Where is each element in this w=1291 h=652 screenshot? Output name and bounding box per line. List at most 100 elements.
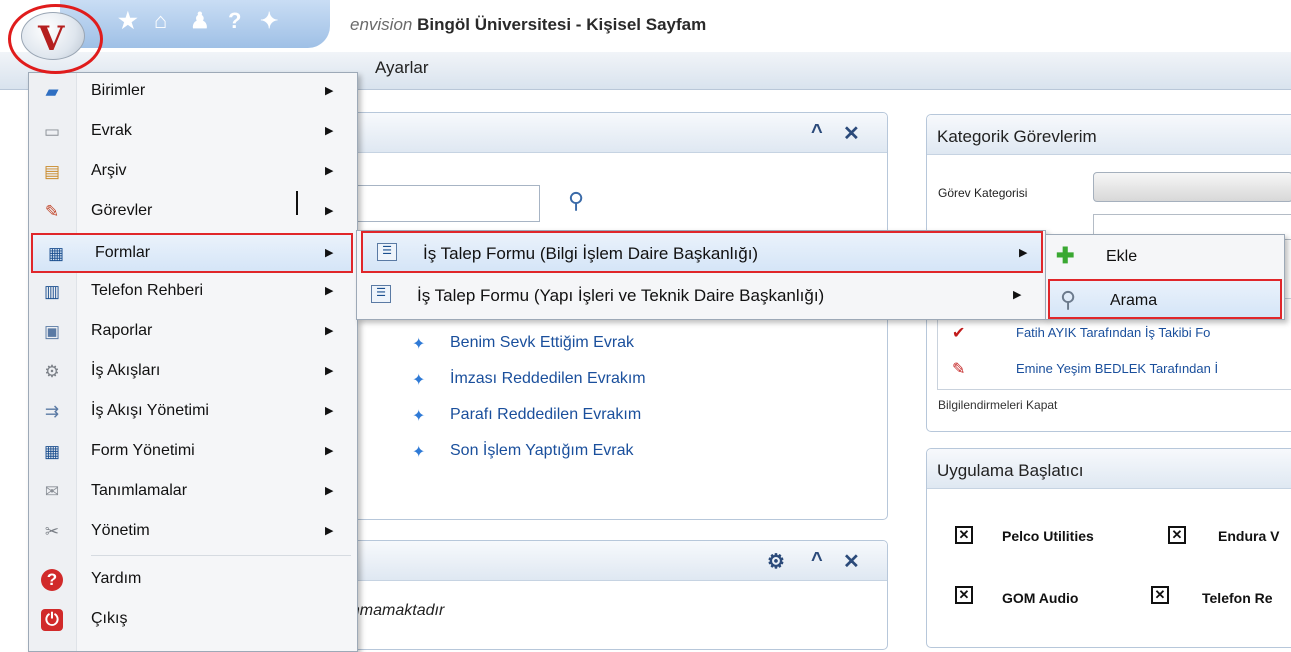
panel-header xyxy=(341,113,887,153)
link-sevk[interactable]: Benim Sevk Ettiğim Evrak xyxy=(450,334,634,352)
menu-item-raporlar[interactable]: ▣ Raporlar ▶ xyxy=(29,313,357,353)
archive-icon: ▤ xyxy=(43,162,61,181)
action-arama[interactable]: ⚲ Arama xyxy=(1048,279,1282,319)
submenu-arrow-icon: ▶ xyxy=(325,285,334,297)
submenu-arrow-icon: ▶ xyxy=(325,247,334,259)
menu-item-telefon-rehberi[interactable]: ▥ Telefon Rehberi ▶ xyxy=(29,273,357,313)
search-icon: ⚲ xyxy=(1060,287,1077,312)
phonebook-icon: ▥ xyxy=(43,282,61,301)
collapse-icon[interactable]: ^ xyxy=(811,549,823,572)
text-cursor xyxy=(296,191,298,215)
app-icon[interactable]: ✕ xyxy=(1168,526,1186,544)
folder-icon: ▰ xyxy=(45,82,59,101)
submenu-item-bilgi-islem[interactable]: ☰ İş Talep Formu (Bilgi İşlem Daire Başk… xyxy=(361,231,1043,273)
form-icon: ☰ xyxy=(371,285,391,303)
report-icon: ▣ xyxy=(43,322,61,341)
submenu-arrow-icon: ▶ xyxy=(325,325,334,337)
search-input[interactable] xyxy=(340,185,540,222)
link-paraf-red[interactable]: Parafı Reddedilen Evrakım xyxy=(450,406,641,424)
menu-item-formlar[interactable]: ▦ Formlar ▶ xyxy=(31,233,353,273)
search-icon[interactable]: ⚲ xyxy=(568,188,584,214)
menu-item-arsiv[interactable]: ▤ Arşiv ▶ xyxy=(29,153,357,193)
document-icon: ▭ xyxy=(43,122,61,141)
menu-item-yonetim[interactable]: ✂ Yönetim ▶ xyxy=(29,513,357,553)
form-action-menu: ✚ Ekle ⚲ Arama xyxy=(1045,234,1285,320)
submenu-arrow-icon: ▶ xyxy=(325,445,334,457)
second-panel: ⚙ ^ ✕ xyxy=(340,540,888,650)
menu-item-cikis[interactable]: ⏻ Çıkış xyxy=(29,601,357,641)
action-ekle[interactable]: ✚ Ekle xyxy=(1046,237,1284,277)
category-select[interactable] xyxy=(1093,172,1291,202)
menu-item-yardim[interactable]: ? Yardım xyxy=(29,561,357,601)
app-icon[interactable]: ✕ xyxy=(955,526,973,544)
app-launcher-item[interactable]: Endura V xyxy=(1218,528,1279,544)
panel-title: Uygulama Başlatıcı xyxy=(927,449,1291,489)
help-icon[interactable]: ? xyxy=(228,8,241,34)
gear-icon[interactable]: ⚙ xyxy=(767,549,785,574)
submenu-arrow-icon: ▶ xyxy=(325,525,334,537)
people-icon: ✦ xyxy=(412,372,426,389)
app-icon[interactable]: ✕ xyxy=(1151,586,1169,604)
menu-divider xyxy=(91,555,351,556)
close-icon[interactable]: ✕ xyxy=(843,121,860,146)
main-menu: ▰ Birimler ▶ ▭ Evrak ▶ ▤ Arşiv ▶ ✎ Görev… xyxy=(28,72,358,652)
ribbon-settings-tab[interactable]: Ayarlar xyxy=(375,58,429,78)
app-launcher-item[interactable]: Telefon Re xyxy=(1202,590,1273,606)
task-icon: ✎ xyxy=(952,361,966,378)
form-icon: ☰ xyxy=(377,243,397,261)
submenu-arrow-icon: ▶ xyxy=(1019,247,1028,259)
menu-item-birimler[interactable]: ▰ Birimler ▶ xyxy=(29,73,357,113)
submenu-arrow-icon: ▶ xyxy=(1013,289,1022,301)
panel-header xyxy=(341,541,887,581)
panel-title: Kategorik Görevlerim xyxy=(927,115,1291,155)
dismiss-notifications-link[interactable]: Bilgilendirmeleri Kapat xyxy=(938,398,1057,412)
menu-item-is-akislari[interactable]: ⚙ İş Akışları ▶ xyxy=(29,353,357,393)
form-management-icon: ▦ xyxy=(43,442,61,461)
people-icon: ✦ xyxy=(412,444,426,461)
task-icon: ✎ xyxy=(44,202,60,221)
menu-item-tanimlamalar[interactable]: ✉ Tanımlamalar ▶ xyxy=(29,473,357,513)
menu-item-evrak[interactable]: ▭ Evrak ▶ xyxy=(29,113,357,153)
title-bar: ★ ⌂ ♟ ? ✦ envision Bingöl Üniversitesi -… xyxy=(0,0,1291,52)
people-icon: ✦ xyxy=(412,336,426,353)
star-icon[interactable]: ★ xyxy=(118,8,138,34)
submenu-item-yapi-isleri[interactable]: ☰ İş Talep Formu (Yapı İşleri ve Teknik … xyxy=(357,275,1045,317)
power-icon: ⏻ xyxy=(41,609,63,631)
brand-logo: envision xyxy=(350,15,413,34)
app-launcher-item[interactable]: GOM Audio xyxy=(1002,590,1078,606)
list-item[interactable]: ✔ Fatih AYIK Tarafından İş Takibi Fo xyxy=(938,315,1291,351)
workflow-management-icon: ⇉ xyxy=(44,402,60,421)
submenu-arrow-icon: ▶ xyxy=(325,85,334,97)
menu-item-is-akisi-yonetimi[interactable]: ⇉ İş Akışı Yönetimi ▶ xyxy=(29,393,357,433)
menu-item-gorevler[interactable]: ✎ Görevler ▶ xyxy=(29,193,357,233)
submenu-arrow-icon: ▶ xyxy=(325,125,334,137)
app-launcher-item[interactable]: Pelco Utilities xyxy=(1002,528,1094,544)
help-icon: ? xyxy=(41,569,63,591)
close-icon[interactable]: ✕ xyxy=(843,549,860,574)
collapse-icon[interactable]: ^ xyxy=(811,121,823,144)
submenu-arrow-icon: ▶ xyxy=(325,365,334,377)
app-icon[interactable]: ✕ xyxy=(955,586,973,604)
workflow-icon: ⚙ xyxy=(44,362,60,381)
submenu-arrow-icon: ▶ xyxy=(325,405,334,417)
submenu-arrow-icon: ▶ xyxy=(325,485,334,497)
menu-item-form-yonetimi[interactable]: ▦ Form Yönetimi ▶ xyxy=(29,433,357,473)
link-son-islem[interactable]: Son İşlem Yaptığım Evrak xyxy=(450,442,633,460)
network-icon[interactable]: ✦ xyxy=(260,8,278,34)
highlight-circle xyxy=(8,4,103,74)
tools-icon: ✂ xyxy=(44,522,60,541)
category-label: Görev Kategorisi xyxy=(938,186,1028,200)
page-title: Bingöl Üniversitesi - Kişisel Sayfam xyxy=(417,15,707,34)
form-icon: ▦ xyxy=(47,244,65,263)
user-icon[interactable]: ♟ xyxy=(190,8,210,34)
submenu-arrow-icon: ▶ xyxy=(325,165,334,177)
forms-submenu: ☰ İş Talep Formu (Bilgi İşlem Daire Başk… xyxy=(356,230,1046,320)
add-icon: ✚ xyxy=(1056,243,1075,268)
submenu-arrow-icon: ▶ xyxy=(325,205,334,217)
window-title: envision Bingöl Üniversitesi - Kişisel S… xyxy=(350,15,706,35)
list-item[interactable]: ✎ Emine Yeşim BEDLEK Tarafından İ xyxy=(938,351,1291,387)
link-imza-red[interactable]: İmzası Reddedilen Evrakım xyxy=(450,370,646,388)
home-icon[interactable]: ⌂ xyxy=(154,8,167,34)
launcher-panel: Uygulama Başlatıcı xyxy=(926,448,1291,648)
task-icon: ✔ xyxy=(952,325,966,342)
